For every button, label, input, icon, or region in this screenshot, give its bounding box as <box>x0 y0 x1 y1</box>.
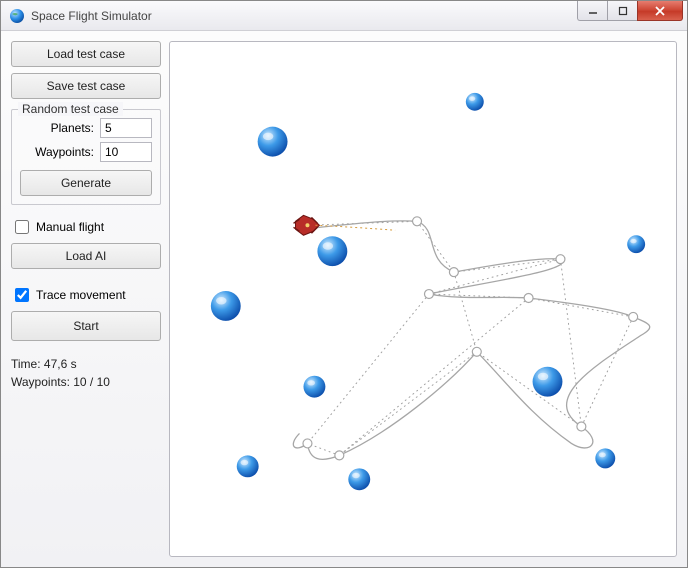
planet-icon <box>258 127 288 157</box>
titlebar: Space Flight Simulator <box>1 1 687 31</box>
planet-icon <box>237 455 259 477</box>
random-test-title: Random test case <box>18 102 123 116</box>
planets-label: Planets: <box>20 121 94 135</box>
random-test-group: Random test case Planets: Waypoints: Gen… <box>11 109 161 205</box>
sidebar: Load test case Save test case Random tes… <box>11 41 161 557</box>
window-controls <box>577 1 683 30</box>
waypoint-marker <box>556 255 565 264</box>
waypoint-marker <box>524 294 533 303</box>
app-icon <box>9 8 25 24</box>
planets-row: Planets: <box>20 118 152 138</box>
content: Load test case Save test case Random tes… <box>1 31 687 567</box>
trace-row: Trace movement <box>11 285 161 305</box>
generate-button[interactable]: Generate <box>20 170 152 196</box>
waypoints-label: Waypoints: <box>20 145 94 159</box>
trace-path <box>293 221 649 460</box>
planet-icon <box>466 93 484 111</box>
manual-flight-checkbox[interactable] <box>15 220 29 234</box>
planet-icon <box>317 236 347 266</box>
manual-flight-label: Manual flight <box>36 220 104 234</box>
load-test-button[interactable]: Load test case <box>11 41 161 67</box>
waypoint-marker <box>335 451 344 460</box>
waypoints-row: Waypoints: <box>20 142 152 162</box>
waypoint-marker <box>629 312 638 321</box>
start-button[interactable]: Start <box>11 311 161 341</box>
waypoint-marker <box>424 290 433 299</box>
waypoint-marker <box>303 439 312 448</box>
trace-movement-checkbox[interactable] <box>15 288 29 302</box>
manual-flight-row: Manual flight <box>11 217 161 237</box>
waypoint-marker <box>413 217 422 226</box>
planets-input[interactable] <box>100 118 152 138</box>
save-test-button[interactable]: Save test case <box>11 73 161 99</box>
status-time: Time: 47,6 s <box>11 355 161 373</box>
waypoint-marker <box>472 347 481 356</box>
close-button[interactable] <box>637 1 683 21</box>
maximize-button[interactable] <box>607 1 637 21</box>
waypoint-marker <box>449 268 458 277</box>
simulation-canvas[interactable] <box>169 41 677 557</box>
planet-icon <box>303 376 325 398</box>
planet-icon <box>348 468 370 490</box>
window-title: Space Flight Simulator <box>31 9 577 23</box>
waypoints-input[interactable] <box>100 142 152 162</box>
planet-icon <box>211 291 241 321</box>
app-window: Space Flight Simulator Load test case Sa… <box>0 0 688 568</box>
planet-icon <box>627 235 645 253</box>
trace-movement-label: Trace movement <box>36 288 126 302</box>
waypoint-marker <box>577 422 586 431</box>
minimize-button[interactable] <box>577 1 607 21</box>
status-waypoints: Waypoints: 10 / 10 <box>11 373 161 391</box>
planet-icon <box>595 448 615 468</box>
planet-icon <box>533 367 563 397</box>
scene-svg <box>170 42 676 556</box>
status-block: Time: 47,6 s Waypoints: 10 / 10 <box>11 355 161 391</box>
load-ai-button[interactable]: Load AI <box>11 243 161 269</box>
